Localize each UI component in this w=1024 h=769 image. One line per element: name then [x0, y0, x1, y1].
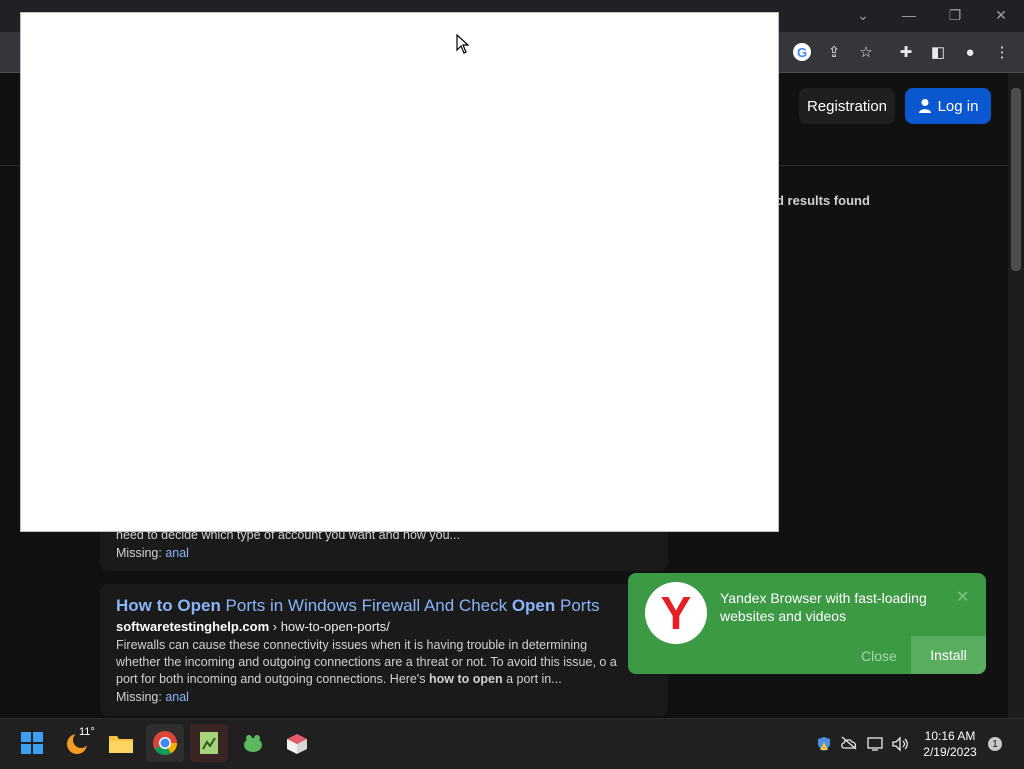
user-icon — [918, 99, 931, 113]
extensions-button[interactable]: ✚ — [894, 40, 918, 64]
onedrive-tray-button[interactable] — [840, 736, 858, 753]
missing-label: Missing: — [116, 690, 162, 704]
weather-widget[interactable]: 11° — [58, 724, 96, 762]
toast-dismiss-button[interactable]: ✕ — [956, 587, 969, 607]
volume-tray-button[interactable] — [891, 736, 909, 755]
profile-icon: ● — [965, 43, 975, 61]
title-part: How to Open — [116, 596, 221, 615]
speaker-icon — [892, 736, 908, 752]
side-panel-button[interactable]: ◧ — [926, 40, 950, 64]
google-icon: G — [793, 43, 811, 61]
side-panel-icon: ◧ — [930, 44, 946, 61]
profile-button[interactable]: ● — [958, 40, 982, 64]
network-tray-button[interactable] — [867, 736, 885, 755]
missing-terms: Missing: anal — [116, 546, 652, 560]
notification-badge[interactable]: 1 — [988, 737, 1002, 751]
yandex-promo-toast: Y Yandex Browser with fast-loading websi… — [628, 573, 986, 674]
restore-button[interactable]: ❐ — [932, 0, 978, 30]
frog-icon — [244, 735, 262, 752]
close-icon: ✕ — [956, 589, 970, 606]
folder-icon — [109, 736, 133, 753]
installer-taskbar-button[interactable] — [278, 724, 316, 762]
shield-warning-icon — [818, 737, 830, 751]
clock-time: 10:16 AM — [924, 729, 976, 743]
kebab-menu-icon: ⋮ — [994, 44, 1010, 61]
frog-app-taskbar-button[interactable] — [234, 724, 272, 762]
scrollbar-thumb[interactable] — [1011, 88, 1021, 271]
close-icon: ✕ — [995, 6, 1007, 23]
windows-logo-icon — [21, 732, 43, 754]
title-part: Ports in Windows Firewall And Check — [220, 596, 512, 615]
blank-popup-window[interactable] — [20, 12, 779, 532]
share-button[interactable]: ⇪ — [822, 40, 846, 64]
result-url: softwaretestinghelp.com › how-to-open-po… — [116, 619, 652, 634]
missing-terms: Missing: anal — [116, 690, 652, 704]
security-tray-button[interactable] — [816, 736, 832, 755]
notepad-icon — [200, 732, 218, 754]
missing-term-link[interactable]: anal — [165, 690, 189, 704]
network-icon — [867, 737, 883, 751]
result-snippet: Firewalls can cause these connectivity i… — [116, 637, 628, 688]
registration-label: Registration — [806, 97, 888, 115]
title-part: Open — [511, 596, 556, 615]
toast-close-button[interactable]: Close — [861, 648, 897, 664]
mouse-cursor-icon — [456, 34, 470, 54]
close-window-button[interactable]: ✕ — [978, 0, 1024, 30]
url-domain: softwaretestinghelp.com — [116, 619, 270, 634]
missing-label: Missing: — [116, 546, 162, 560]
snippet-text: Firewalls can cause these connectivity i… — [116, 638, 607, 669]
chevron-down-icon: ⌄ — [857, 6, 869, 23]
chrome-menu-button[interactable]: ⋮ — [990, 40, 1014, 64]
start-button[interactable] — [13, 724, 51, 762]
package-icon — [287, 734, 307, 754]
result-title-link[interactable]: How to Open Ports in Windows Firewall An… — [116, 596, 652, 616]
bookmark-button[interactable]: ☆ — [854, 40, 878, 64]
results-count: d results found — [776, 193, 870, 208]
notepad-plus-taskbar-button[interactable] — [190, 724, 228, 762]
cloud-offline-icon — [841, 736, 857, 750]
star-icon: ☆ — [859, 44, 873, 61]
weather-temperature: 11° — [79, 726, 95, 738]
login-button[interactable]: Log in — [905, 88, 991, 124]
taskbar-clock[interactable]: 10:16 AM 2/19/2023 — [920, 728, 980, 760]
toast-install-button[interactable]: Install — [911, 636, 986, 674]
clock-date: 2/19/2023 — [923, 745, 977, 759]
missing-term-link[interactable]: anal — [165, 546, 189, 560]
chrome-icon — [153, 731, 177, 756]
title-part: Ports — [555, 596, 600, 615]
google-lens-button[interactable]: G — [790, 40, 814, 64]
snippet-text: a port in... — [502, 672, 562, 686]
file-explorer-button[interactable] — [102, 724, 140, 762]
minimize-icon: — — [902, 7, 916, 23]
tab-search-button[interactable]: ⌄ — [840, 0, 886, 30]
search-result: How to Open Ports in Windows Firewall An… — [100, 584, 668, 716]
url-path: › how-to-open-ports/ — [269, 619, 390, 634]
puzzle-icon: ✚ — [899, 44, 913, 61]
chrome-taskbar-button[interactable] — [146, 724, 184, 762]
share-icon: ⇪ — [827, 44, 841, 61]
registration-button[interactable]: Registration — [799, 88, 895, 124]
minimize-button[interactable]: — — [886, 0, 932, 30]
login-label: Log in — [937, 97, 979, 115]
yandex-logo-icon: Y — [645, 582, 707, 644]
snippet-bold: how to open — [429, 672, 503, 686]
restore-icon: ❐ — [948, 6, 962, 23]
toast-message: Yandex Browser with fast-loading website… — [720, 590, 927, 624]
